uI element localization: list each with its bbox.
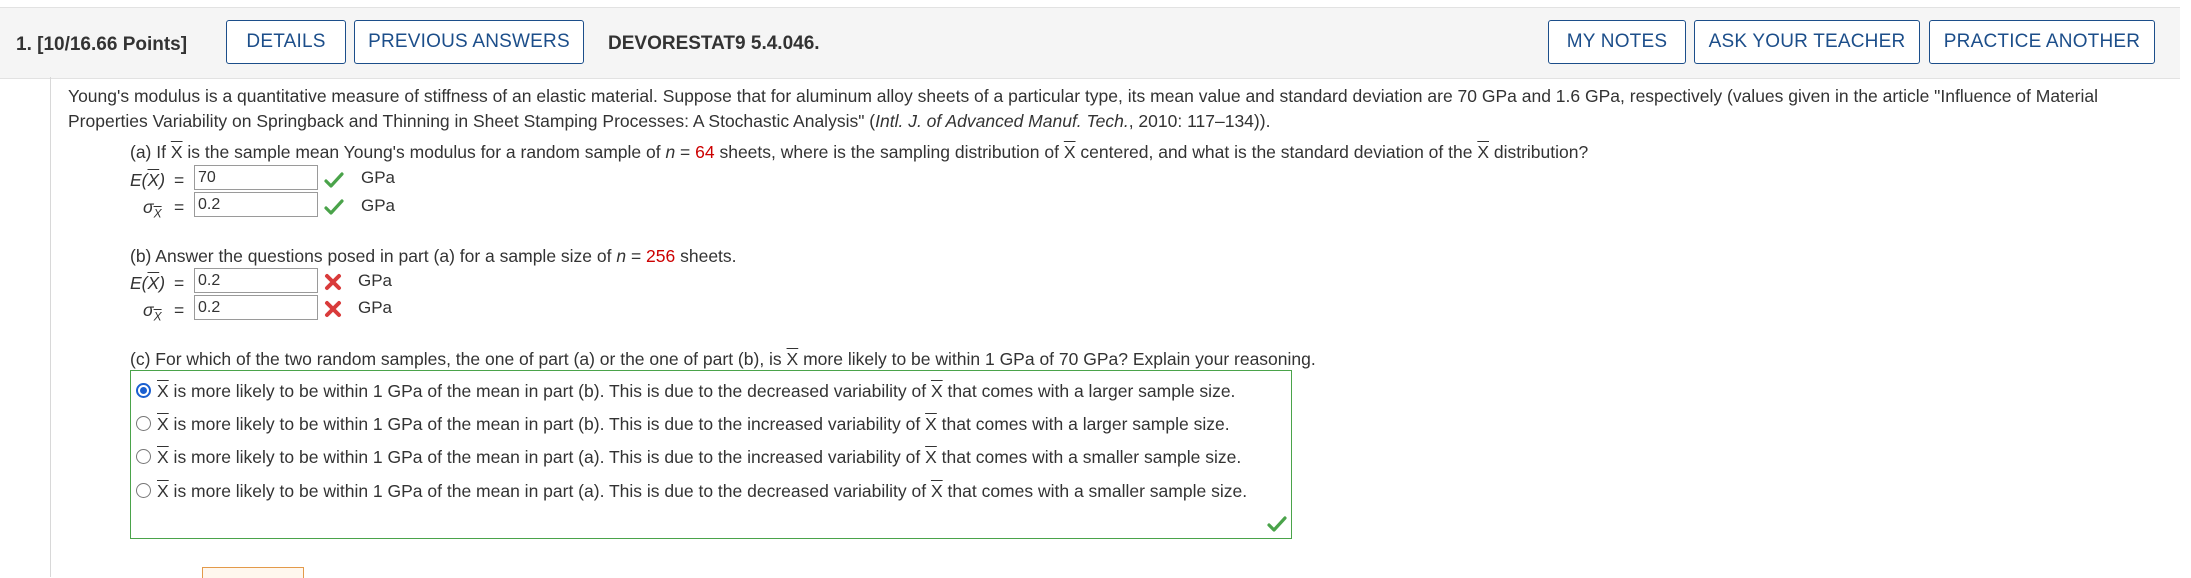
option-2-label[interactable]: X is more likely to be within 1 GPa of t… [157, 414, 1230, 435]
part-b-sd-label: σX [143, 300, 162, 324]
part-b-question: (b) Answer the questions posed in part (… [130, 246, 737, 266]
part-a-ex-label: E(X) [130, 170, 166, 190]
ask-your-teacher-button[interactable]: ASK YOUR TEACHER [1694, 20, 1920, 64]
check-icon [324, 199, 344, 215]
check-icon [324, 172, 344, 188]
part-b-ex-unit: GPa [358, 271, 393, 290]
previous-answers-button[interactable]: PREVIOUS ANSWERS [354, 20, 584, 64]
part-a-ex-equals: = [174, 170, 185, 190]
part-a-sd-equals: = [174, 197, 185, 217]
part-b-sd-unit: GPa [358, 298, 393, 317]
option-2-radio[interactable] [136, 416, 151, 431]
option-4-radio[interactable] [136, 483, 151, 498]
intro-line-1: Young's modulus is a quantitative measur… [68, 86, 2098, 106]
intro-line-2: Properties Variability on Springback and… [68, 111, 1271, 131]
part-a-n-value: 64 [695, 142, 715, 162]
x-icon [325, 301, 341, 317]
part-b-n-value: 256 [646, 246, 676, 266]
part-c-question: (c) For which of the two random samples,… [130, 349, 1316, 369]
part-b-ex-label: E(X) [130, 273, 166, 293]
question-number: 1. [10/16.66 Points] [16, 34, 188, 55]
option-1-label[interactable]: X is more likely to be within 1 GPa of t… [157, 381, 1235, 402]
part-b-ex-input[interactable] [194, 268, 318, 293]
details-button[interactable]: DETAILS [226, 20, 346, 64]
part-b-sd-equals: = [174, 300, 185, 320]
journal-title: Intl. J. of Advanced Manuf. Tech. [875, 111, 1129, 131]
part-a-ex-unit: GPa [361, 168, 396, 187]
part-a-sd-label: σX [143, 197, 162, 221]
question-header: 1. [10/16.66 Points] DETAILS PREVIOUS AN… [0, 7, 2180, 79]
part-b-sd-input[interactable] [194, 295, 318, 320]
check-icon [1267, 516, 1287, 532]
part-a-ex-input[interactable] [194, 165, 318, 190]
x-icon [325, 274, 341, 290]
part-b-ex-equals: = [174, 273, 185, 293]
option-1-radio[interactable] [136, 383, 151, 398]
part-a-sd-unit: GPa [361, 196, 396, 215]
practice-another-button[interactable]: PRACTICE ANOTHER [1929, 20, 2155, 64]
part-a-question: (a) If X is the sample mean Young's modu… [130, 142, 1589, 162]
part-a-sd-input[interactable] [194, 192, 318, 217]
option-3-radio[interactable] [136, 449, 151, 464]
my-notes-button[interactable]: MY NOTES [1548, 20, 1686, 64]
option-4-label[interactable]: X is more likely to be within 1 GPa of t… [157, 481, 1247, 502]
option-3-label[interactable]: X is more likely to be within 1 GPa of t… [157, 447, 1241, 468]
question-code: DEVORESTAT9 5.4.046. [608, 33, 820, 54]
